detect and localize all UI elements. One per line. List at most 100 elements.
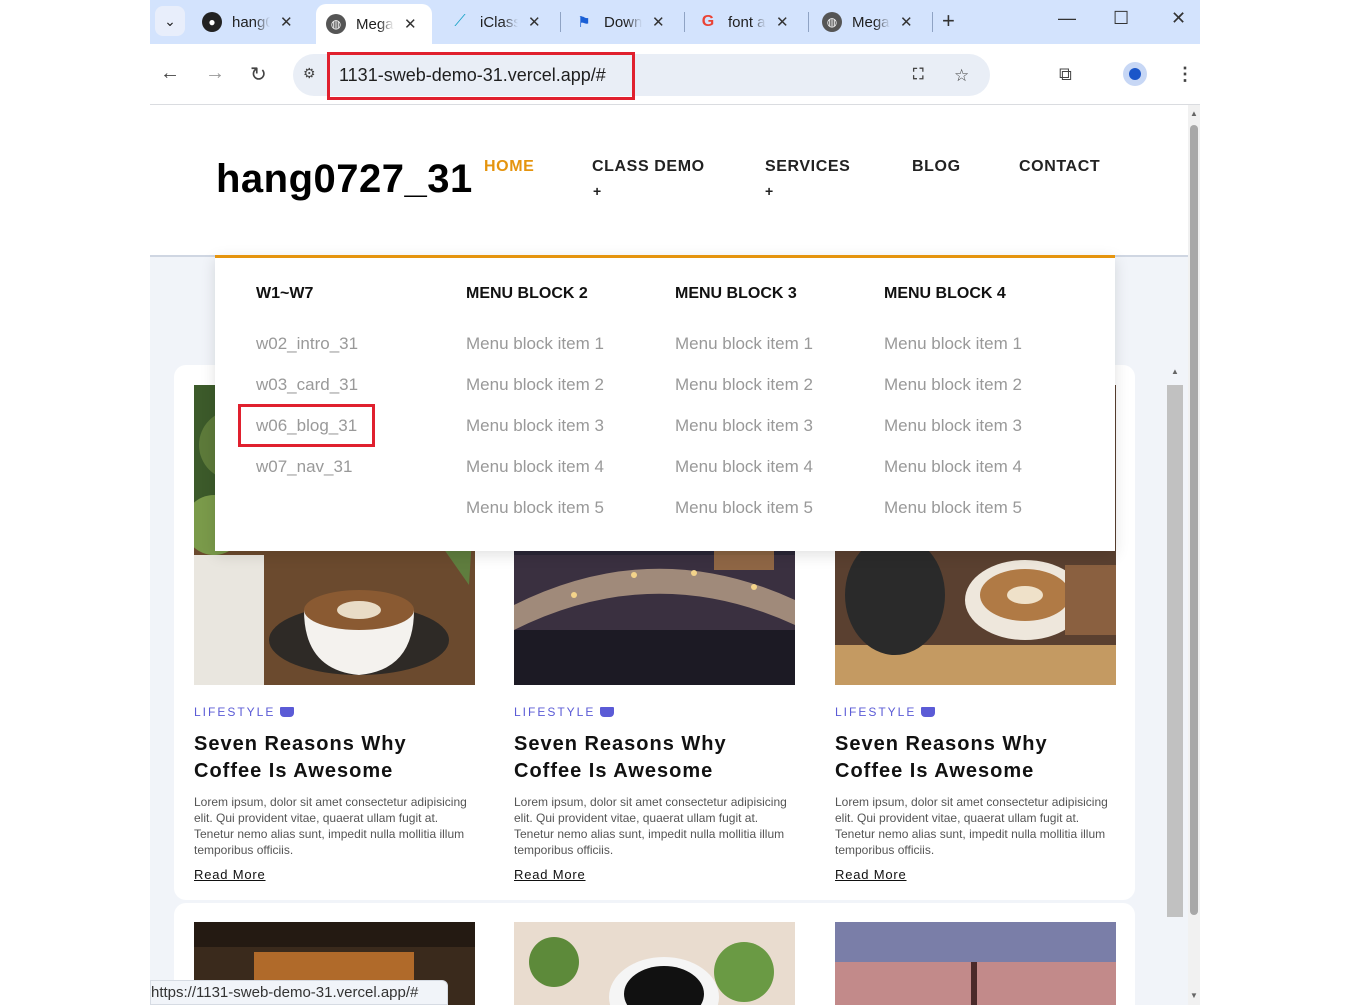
- mega-menu-item[interactable]: Menu block item 2: [466, 375, 604, 395]
- mega-menu-item[interactable]: w07_nav_31: [256, 457, 352, 477]
- nav-home[interactable]: HOME: [484, 158, 534, 176]
- nav-class-demo-plus[interactable]: +: [593, 183, 601, 199]
- page-viewport: hang0727_31 HOME CLASS DEMO + SERVICES +…: [150, 105, 1188, 1005]
- mega-menu-item[interactable]: Menu block item 2: [675, 375, 813, 395]
- coffee-cup-icon: [600, 707, 615, 717]
- translate-icon[interactable]: ⛶: [913, 66, 924, 83]
- w06-blog-highlight-box: [238, 404, 375, 447]
- back-arrow-icon[interactable]: ←: [160, 62, 180, 85]
- url-highlight-box: [327, 52, 635, 100]
- mega-menu-item[interactable]: Menu block item 5: [675, 498, 813, 518]
- tab-separator: [560, 12, 561, 32]
- mega-menu-item[interactable]: Menu block item 1: [884, 334, 1022, 354]
- mega-menu-item[interactable]: Menu block item 2: [884, 375, 1022, 395]
- mega-menu-item[interactable]: w02_intro_31: [256, 334, 358, 354]
- scroll-up-arrow-icon[interactable]: ▲: [1171, 367, 1179, 376]
- close-icon[interactable]: ✕: [900, 13, 913, 31]
- mega-menu-item[interactable]: Menu block item 4: [466, 457, 604, 477]
- tab-github[interactable]: ● hang0727_31 ✕: [192, 4, 303, 40]
- close-icon[interactable]: ✕: [528, 13, 541, 31]
- tab-strip: ⌄ ● hang0727_31 ✕ ◍ Mega Menu ✕ ⟋ iClass…: [150, 0, 1200, 44]
- close-icon[interactable]: ✕: [776, 13, 789, 31]
- read-more-link[interactable]: Read More: [514, 867, 586, 882]
- card-category[interactable]: LIFESTYLE: [514, 705, 615, 719]
- mega-menu-item[interactable]: Menu block item 3: [675, 416, 813, 436]
- site-settings-icon[interactable]: ⚙: [303, 65, 323, 85]
- tab-separator: [808, 12, 809, 32]
- mega-menu-item[interactable]: Menu block item 3: [466, 416, 604, 436]
- tab-separator: [932, 12, 933, 32]
- card-title[interactable]: Seven Reasons Why Coffee Is Awesome: [194, 731, 464, 785]
- link-status-bar: https://1131-sweb-demo-31.vercel.app/#: [150, 980, 448, 1005]
- mega-menu-item[interactable]: Menu block item 4: [675, 457, 813, 477]
- mega-menu-item[interactable]: w03_card_31: [256, 375, 358, 395]
- mega-menu-item[interactable]: Menu block item 1: [466, 334, 604, 354]
- read-more-link[interactable]: Read More: [194, 867, 266, 882]
- mega-menu-item[interactable]: Menu block item 5: [466, 498, 604, 518]
- mega-menu-item[interactable]: Menu block item 3: [884, 416, 1022, 436]
- globe-icon: ◍: [326, 14, 346, 34]
- forward-arrow-icon[interactable]: →: [205, 62, 225, 85]
- google-icon: G: [701, 13, 715, 30]
- nav-services-plus[interactable]: +: [765, 183, 773, 199]
- browser-toolbar: ← → ↻ ⚙ 1131-sweb-demo-31.vercel.app/# ☆…: [150, 44, 1200, 105]
- profile-avatar[interactable]: [1123, 62, 1147, 86]
- tab-download[interactable]: ⚑ Download ✕: [564, 4, 675, 40]
- tab-title: font awesome: [728, 13, 766, 31]
- tab-title: iClass: [480, 13, 518, 31]
- card-image-coffee-plant: [514, 922, 795, 1005]
- page-scrollbar-thumb[interactable]: [1190, 125, 1198, 915]
- nav-class-demo[interactable]: CLASS DEMO: [592, 158, 705, 176]
- new-tab-plus-icon[interactable]: +: [942, 8, 955, 34]
- globe-icon: ◍: [822, 12, 842, 32]
- mega-menu-heading: MENU BLOCK 3: [675, 285, 797, 302]
- inner-scrollbar-thumb[interactable]: [1167, 385, 1183, 917]
- person-icon: [1129, 68, 1141, 80]
- mega-menu-item[interactable]: Menu block item 4: [884, 457, 1022, 477]
- reload-icon[interactable]: ↻: [250, 62, 267, 87]
- close-icon[interactable]: ✕: [652, 13, 665, 31]
- github-icon: ●: [202, 12, 222, 32]
- mega-menu-heading: MENU BLOCK 4: [884, 285, 1006, 302]
- tab-mega-menu-active[interactable]: ◍ Mega Menu ✕: [316, 4, 432, 44]
- page-scrollbar[interactable]: ▲ ▼: [1188, 105, 1200, 1005]
- card-title[interactable]: Seven Reasons Why Coffee Is Awesome: [835, 731, 1105, 785]
- coffee-cup-icon: [921, 707, 936, 717]
- site-logo[interactable]: hang0727_31: [216, 157, 473, 202]
- scroll-up-arrow-icon[interactable]: ▲: [1190, 109, 1198, 118]
- read-more-link[interactable]: Read More: [835, 867, 907, 882]
- extensions-puzzle-icon[interactable]: ⧉: [1059, 64, 1072, 85]
- card-body: Lorem ipsum, dolor sit amet consectetur …: [514, 795, 787, 857]
- tab-title: Mega Menu: [852, 13, 890, 31]
- close-icon[interactable]: ✕: [404, 15, 417, 33]
- kebab-menu-icon[interactable]: ⋮: [1176, 64, 1194, 85]
- nav-blog[interactable]: BLOG: [912, 158, 961, 176]
- window-close-icon[interactable]: ✕: [1171, 8, 1186, 29]
- iclass-icon: ⟋: [454, 13, 466, 30]
- tab-google-font[interactable]: G font awesome ✕: [688, 4, 799, 40]
- close-icon[interactable]: ✕: [280, 13, 293, 31]
- card-category[interactable]: LIFESTYLE: [835, 705, 936, 719]
- tab-iclass[interactable]: ⟋ iClass ✕: [440, 4, 551, 40]
- card-image-sky: [835, 922, 1116, 1005]
- mega-menu-item[interactable]: Menu block item 5: [884, 498, 1022, 518]
- tab-title: Download: [604, 13, 642, 31]
- tab-mega-menu[interactable]: ◍ Mega Menu ✕: [812, 4, 923, 40]
- minimize-icon[interactable]: —: [1058, 8, 1076, 29]
- nav-contact[interactable]: CONTACT: [1019, 158, 1100, 176]
- card-body: Lorem ipsum, dolor sit amet consectetur …: [194, 795, 467, 857]
- star-bookmark-icon[interactable]: ☆: [954, 66, 969, 86]
- maximize-icon[interactable]: ☐: [1113, 8, 1129, 29]
- card-title[interactable]: Seven Reasons Why Coffee Is Awesome: [514, 731, 784, 785]
- mega-menu-heading: W1~W7: [256, 285, 314, 302]
- nav-services[interactable]: SERVICES: [765, 158, 850, 176]
- card-body: Lorem ipsum, dolor sit amet consectetur …: [835, 795, 1108, 857]
- tab-title: Mega Menu: [356, 15, 394, 33]
- scroll-down-arrow-icon[interactable]: ▼: [1190, 991, 1198, 1000]
- mega-menu-item[interactable]: Menu block item 1: [675, 334, 813, 354]
- tab-search-button[interactable]: ⌄: [155, 6, 185, 36]
- tab-title: hang0727_31: [232, 13, 270, 31]
- inner-scrollbar[interactable]: ▲: [1165, 365, 1185, 1005]
- card-category[interactable]: LIFESTYLE: [194, 705, 295, 719]
- site-header: hang0727_31 HOME CLASS DEMO + SERVICES +…: [150, 105, 1188, 257]
